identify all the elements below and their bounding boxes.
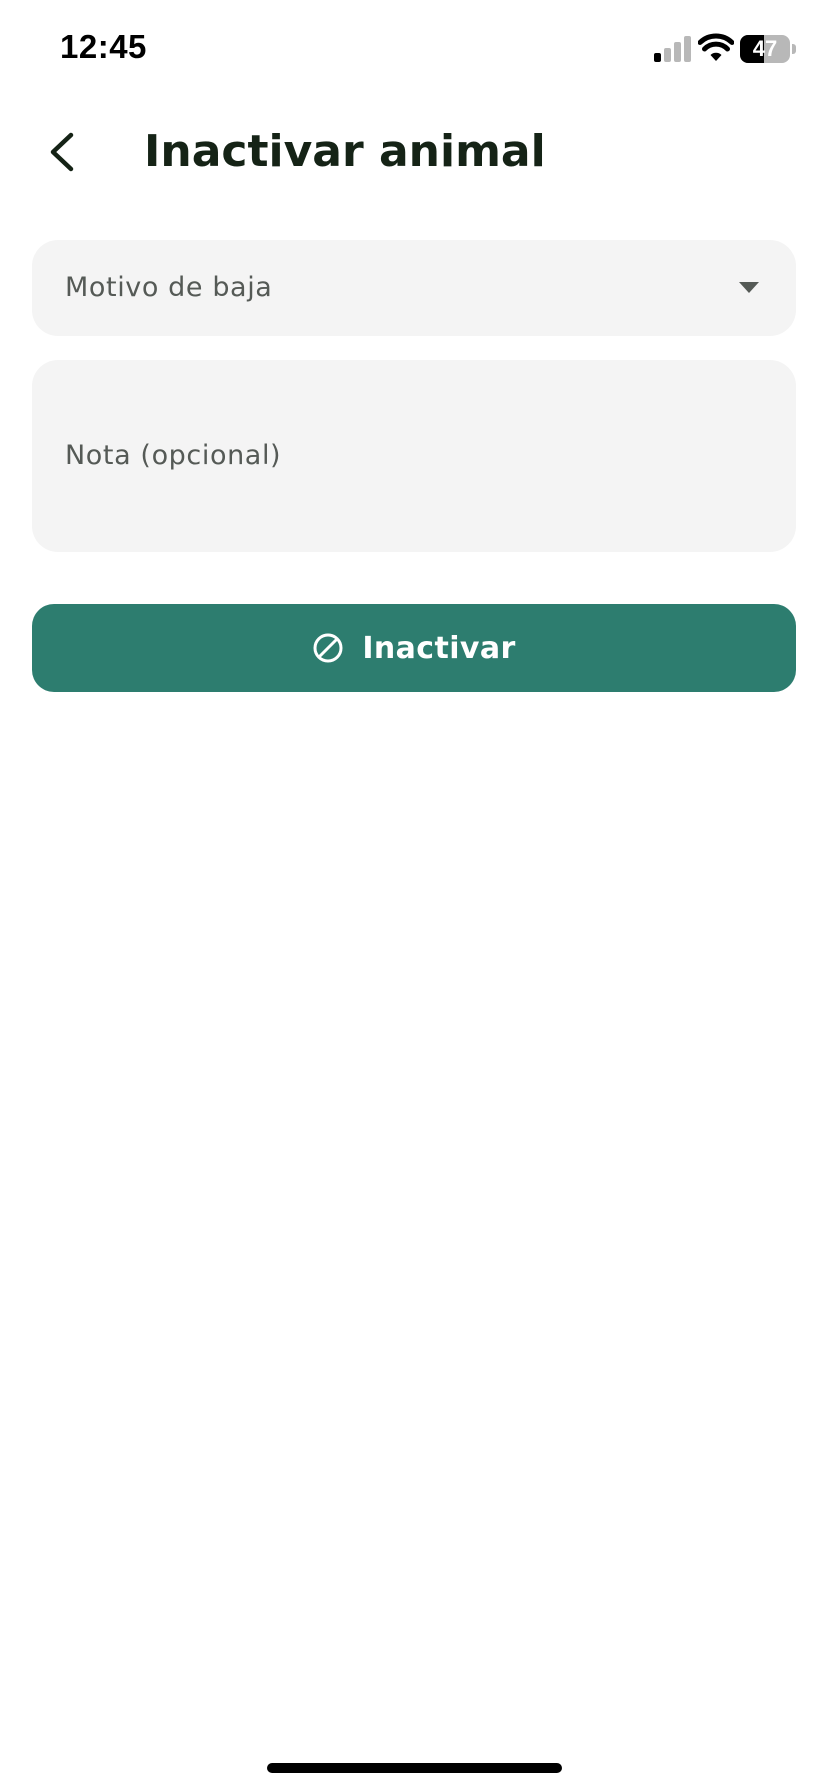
status-bar: 12:45 47 xyxy=(0,0,828,100)
back-button[interactable] xyxy=(28,118,96,186)
app-bar: Inactivar animal xyxy=(0,110,828,194)
caret-down-icon xyxy=(739,282,759,293)
status-time: 12:45 xyxy=(60,28,147,65)
chevron-left-icon xyxy=(50,132,74,172)
inactivate-button-label: Inactivar xyxy=(362,630,516,666)
note-field[interactable]: Nota (opcional) xyxy=(32,360,796,552)
battery-level: 47 xyxy=(752,36,778,61)
note-field-placeholder: Nota (opcional) xyxy=(65,440,282,471)
reason-select[interactable]: Motivo de baja xyxy=(32,240,796,336)
ban-icon xyxy=(313,633,343,663)
inactivate-button[interactable]: Inactivar xyxy=(32,604,796,692)
cellular-signal-icon xyxy=(654,36,691,62)
wifi-icon xyxy=(698,33,734,61)
page-title: Inactivar animal xyxy=(144,126,546,177)
battery-icon: 47 xyxy=(740,35,796,63)
reason-select-label: Motivo de baja xyxy=(65,272,273,303)
home-indicator xyxy=(267,1763,562,1773)
